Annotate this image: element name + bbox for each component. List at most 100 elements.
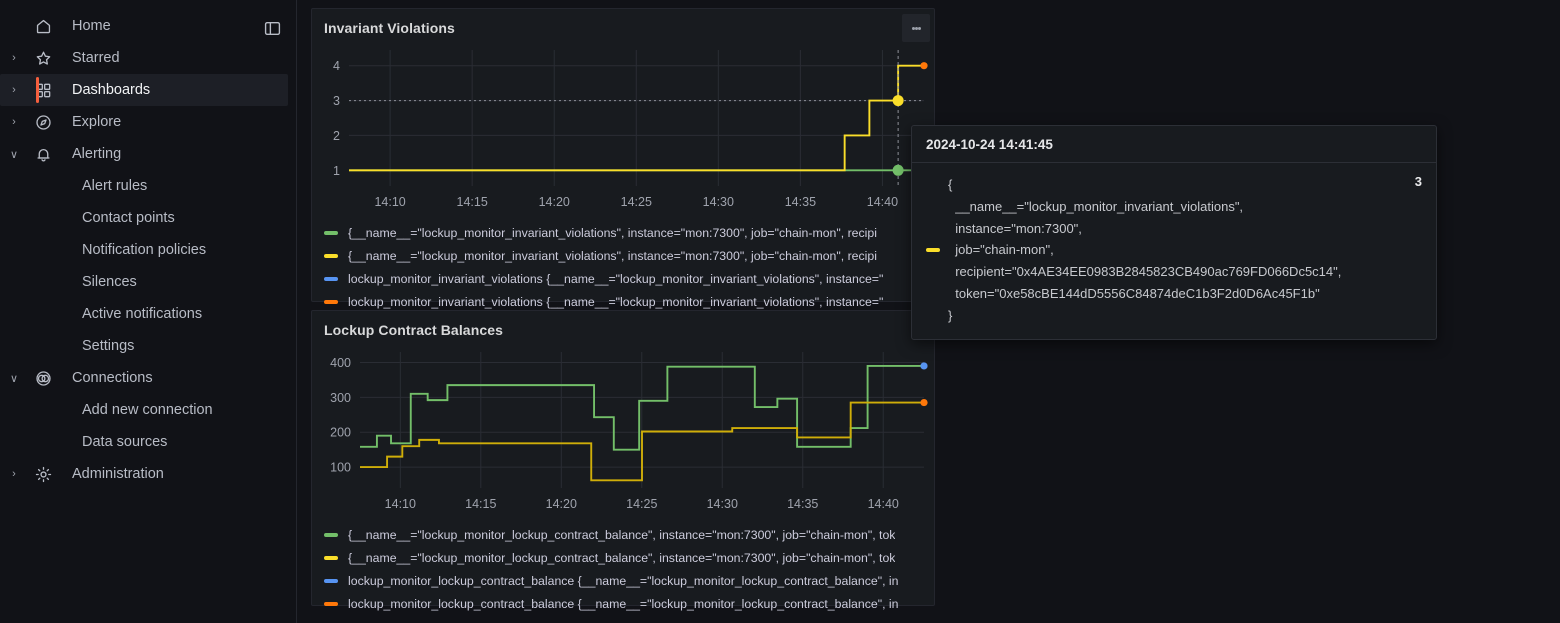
sidebar-item-silences[interactable]: Silences [0,266,288,298]
chevron-right-icon[interactable]: › [0,84,28,96]
y-axis-tick-label: 300 [330,391,351,405]
sidebar-nav: Home › Starred › Dashboards › Explore ∨ Alerting… [0,10,296,490]
x-axis-tick-label: 14:35 [785,195,816,209]
sidebar-item-label: Dashboards [72,82,151,98]
x-axis-tick-label: 14:30 [703,195,734,209]
legend-item[interactable]: {__name__="lockup_monitor_lockup_contrac… [324,546,934,569]
hover-point [892,95,904,107]
sidebar: Home › Starred › Dashboards › Explore ∨ Alerting… [0,0,297,623]
x-axis-tick-label: 14:10 [374,195,405,209]
y-axis-tick-label: 100 [330,461,351,475]
sidebar-item-label: Contact points [82,210,175,226]
legend-item[interactable]: {__name__="lockup_monitor_lockup_contrac… [324,523,934,546]
x-axis-tick-label: 14:10 [385,497,416,511]
legend-color-swatch [324,532,338,537]
series-end-point [920,398,928,407]
active-indicator [36,77,39,103]
legend-color-swatch [324,230,338,235]
sidebar-item-label: Add new connection [82,402,213,418]
chevron-down-icon[interactable]: ∨ [0,148,28,161]
sidebar-item-label: Alert rules [82,178,148,194]
legend-color-swatch [324,276,338,281]
tooltip-swatch-column [926,174,948,327]
x-axis-tick-label: 14:40 [867,195,898,209]
x-axis-tick-label: 14:25 [626,497,657,511]
chevron-right-icon[interactable]: › [0,52,28,64]
sidebar-item-administration[interactable]: › Administration [0,458,288,490]
legend-label: {__name__="lockup_monitor_invariant_viol… [348,248,877,263]
sidebar-item-label: Administration [72,466,164,482]
tooltip-body: { __name__="lockup_monitor_invariant_vio… [912,163,1436,339]
home-icon [28,18,58,35]
plot-area-lockup-balances[interactable]: 100 200 300 400 14:10 14:15 14:20 14:25 14:30 14:… [312,338,934,523]
sidebar-item-label: Silences [82,274,137,290]
legend-item[interactable]: {__name__="lockup_monitor_invariant_viol… [324,221,934,244]
legend-item[interactable]: {__name__="lockup_monitor_invariant_viol… [324,244,934,267]
sidebar-item-label: Starred [72,50,120,66]
x-axis-tick-label: 14:20 [546,497,577,511]
legend-color-swatch [324,555,338,560]
sidebar-item-contact-points[interactable]: Contact points [0,202,288,234]
panel-invariant-violations: Invariant Violations 1 2 3 4 14:10 14:15 14:20… [311,8,935,309]
sidebar-item-connections[interactable]: ∨ Connections [0,362,288,394]
sidebar-item-dashboards[interactable]: › Dashboards [0,74,288,106]
chart-lockup-contract-balances: 100 200 300 400 14:10 14:15 14:20 14:25 14:30 14:… [330,352,928,511]
x-axis-tick-label: 14:35 [787,497,818,511]
x-axis-tick-label: 14:15 [457,195,488,209]
connections-icon [28,370,58,387]
tooltip-timestamp: 2024-10-24 14:41:45 [912,126,1436,163]
y-axis-tick-label: 4 [333,59,340,73]
legend-label: lockup_monitor_lockup_contract_balance {… [348,596,899,611]
chevron-down-icon[interactable]: ∨ [0,372,28,385]
tooltip-value: 3 [1414,174,1422,189]
sidebar-item-label: Connections [72,370,153,386]
sidebar-item-explore[interactable]: › Explore [0,106,288,138]
legend-lockup-contract-balances: {__name__="lockup_monitor_lockup_contrac… [312,523,934,615]
sidebar-item-notification-policies[interactable]: Notification policies [0,234,288,266]
sidebar-item-active-notifications[interactable]: Active notifications [0,298,288,330]
sidebar-item-alerting[interactable]: ∨ Alerting [0,138,288,170]
legend-item[interactable]: lockup_monitor_invariant_violations {__n… [324,267,934,290]
legend-label: {__name__="lockup_monitor_invariant_viol… [348,225,877,240]
chart-invariant-violations: 1 2 3 4 14:10 14:15 14:20 14:25 14:30 14:35 14:40 [333,50,928,209]
x-axis-tick-label: 14:20 [539,195,570,209]
gear-icon [28,466,58,483]
series-end-point [920,62,928,70]
legend-color-swatch [324,299,338,304]
sidebar-item-label: Notification policies [82,242,207,258]
legend-color-swatch [324,578,338,583]
y-axis-tick-label: 1 [333,164,340,178]
series-end-point [920,362,928,370]
legend-color-swatch [324,601,338,606]
sidebar-item-label: Alerting [72,146,122,162]
bell-icon [28,146,58,163]
sidebar-item-starred[interactable]: › Starred [0,42,288,74]
x-axis-tick-label: 14:30 [707,497,738,511]
grid-icon [28,82,58,99]
sidebar-item-add-new-connection[interactable]: Add new connection [0,394,288,426]
legend-label: {__name__="lockup_monitor_lockup_contrac… [348,550,896,565]
page-title: Lockup Contract Balances [324,322,503,338]
legend-item[interactable]: lockup_monitor_lockup_contract_balance {… [324,569,934,592]
legend-color-swatch [324,253,338,258]
x-axis-tick-label: 14:25 [621,195,652,209]
chevron-right-icon[interactable]: › [0,468,28,480]
chevron-right-icon[interactable]: › [0,116,28,128]
tooltip-labels: { __name__="lockup_monitor_invariant_vio… [948,177,1342,323]
sidebar-item-data-sources[interactable]: Data sources [0,426,288,458]
legend-label: lockup_monitor_invariant_violations {__n… [348,271,884,286]
sidebar-item-home[interactable]: Home [0,10,288,42]
sidebar-item-label: Data sources [82,434,168,450]
plot-area-invariant-violations[interactable]: 1 2 3 4 14:10 14:15 14:20 14:25 14:30 14:35 14:40 [312,36,934,221]
legend-item[interactable]: lockup_monitor_lockup_contract_balance {… [324,592,934,615]
series-tooltip: 2024-10-24 14:41:45 { __name__="lockup_m… [911,125,1437,340]
sidebar-item-label: Active notifications [82,306,203,322]
sidebar-item-alert-rules[interactable]: Alert rules [0,170,288,202]
tooltip-series-swatch [926,248,940,253]
legend-invariant-violations: {__name__="lockup_monitor_invariant_viol… [312,221,934,313]
grafana-app: Home › Starred › Dashboards › Explore ∨ Alerting… [0,0,1560,623]
sidebar-item-settings[interactable]: Settings [0,330,288,362]
legend-label: lockup_monitor_invariant_violations {__n… [348,294,884,309]
star-icon [28,50,58,67]
page-title: Invariant Violations [324,20,455,36]
